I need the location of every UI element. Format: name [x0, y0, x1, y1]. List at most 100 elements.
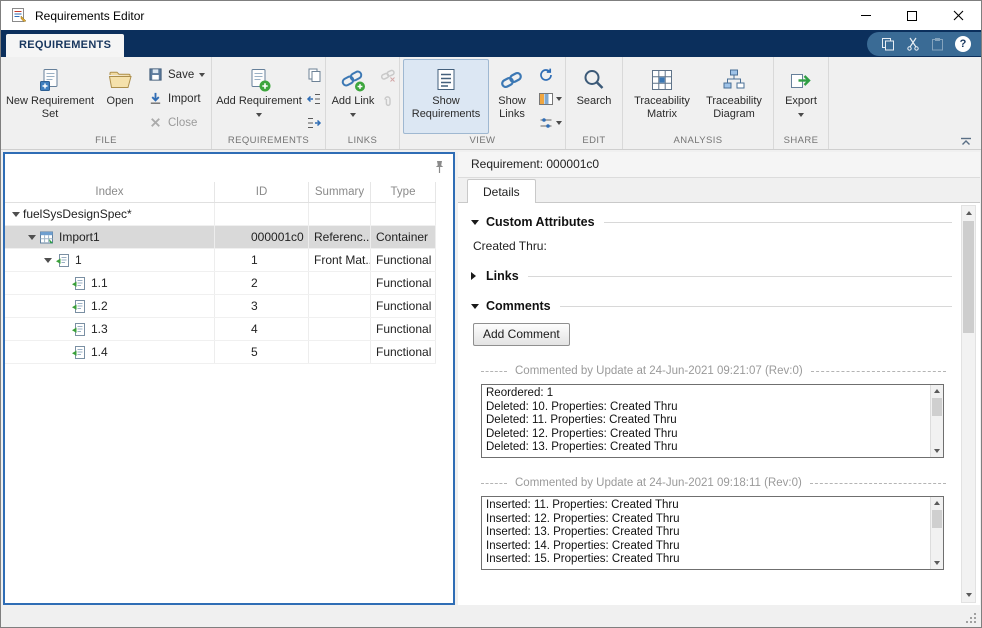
add-link-button[interactable]: Add Link [329, 59, 377, 134]
row-id-cell: 5 [215, 341, 309, 363]
column-selector-button[interactable] [538, 90, 562, 108]
requirements-table-header: Index ID Summary Type [5, 182, 436, 203]
table-row[interactable]: Import1 000001c0 Referenc... Container [5, 226, 436, 249]
requirement-icon [71, 345, 87, 360]
row-summary-cell: Front Mat... [309, 249, 371, 271]
traceability-diagram-icon [721, 65, 747, 95]
open-button[interactable]: Open [96, 59, 144, 134]
view-options-button[interactable] [538, 114, 562, 132]
pin-icon[interactable] [434, 160, 445, 174]
column-header-id[interactable]: ID [215, 182, 309, 202]
tree-expand-caret[interactable] [9, 212, 23, 217]
traceability-matrix-button[interactable]: Traceability Matrix [626, 59, 698, 134]
add-comment-button[interactable]: Add Comment [473, 323, 570, 346]
ribbon: New Requirement Set Open [1, 57, 981, 150]
duplicate-requirement-button[interactable] [306, 66, 322, 84]
column-selector-caret[interactable] [556, 97, 562, 101]
table-row[interactable]: 1.1 2 Functional [5, 272, 436, 295]
table-row[interactable]: 1.2 3 Functional [5, 295, 436, 318]
show-links-button[interactable]: Show Links [489, 59, 535, 134]
tab-details[interactable]: Details [467, 179, 536, 203]
table-row[interactable]: 1.3 4 Functional [5, 318, 436, 341]
links-section-header[interactable]: Links [471, 269, 952, 283]
requirements-editor-window: Requirements Editor REQUIREMENTS ? [0, 0, 982, 628]
save-button[interactable]: Save [144, 64, 208, 85]
scroll-down-arrow[interactable] [931, 557, 943, 569]
column-header-summary[interactable]: Summary [309, 182, 371, 202]
resize-grip[interactable] [965, 612, 977, 624]
app-icon [10, 7, 28, 24]
comment-scrollbar[interactable] [930, 497, 943, 569]
attachment-button[interactable] [380, 90, 396, 108]
promote-requirement-button[interactable] [306, 90, 322, 108]
maximize-button[interactable] [889, 1, 935, 30]
column-header-index[interactable]: Index [5, 182, 215, 202]
scroll-up-arrow[interactable] [931, 385, 943, 397]
collapse-ribbon-button[interactable] [960, 137, 972, 146]
group-label-requirements: REQUIREMENTS [215, 134, 322, 149]
add-link-dropdown-caret[interactable] [350, 113, 356, 117]
scrollbar-thumb[interactable] [963, 221, 974, 333]
columns-icon [538, 91, 554, 107]
comment-block: Commented by Update at 24-Jun-2021 09:21… [471, 365, 952, 458]
close-button[interactable]: Close [144, 112, 208, 133]
comment-text-box[interactable]: Reordered: 1Deleted: 10. Properties: Cre… [481, 384, 944, 458]
refresh-icon [538, 67, 554, 83]
scroll-up-arrow[interactable] [931, 497, 943, 509]
table-row[interactable]: 1 1 Front Mat... Functional [5, 249, 436, 272]
window-title: Requirements Editor [35, 9, 144, 23]
scrollbar-thumb[interactable] [932, 398, 942, 416]
tab-requirements[interactable]: REQUIREMENTS [6, 34, 124, 57]
comment-header: Commented by Update at 24-Jun-2021 09:21… [481, 365, 946, 377]
scroll-down-arrow[interactable] [962, 588, 975, 602]
promote-requirement-icon [306, 91, 322, 107]
ribbon-group-analysis: Traceability Matrix Traceability Diagram… [623, 57, 774, 149]
comment-line: Inserted: 14. Properties: Created Thru [486, 540, 927, 554]
scroll-down-arrow[interactable] [931, 445, 943, 457]
export-dropdown-caret[interactable] [798, 113, 804, 117]
comment-line: Inserted: 13. Properties: Created Thru [486, 526, 927, 540]
table-row[interactable]: 1.4 5 Functional [5, 341, 436, 364]
comment-line: Deleted: 13. Properties: Created Thru [486, 441, 927, 455]
add-requirement-button[interactable]: Add Requirement [215, 59, 303, 134]
minimize-button[interactable] [843, 1, 889, 30]
close-window-button[interactable] [935, 1, 981, 30]
details-panel: Requirement: 000001c0 Details Custom Att… [458, 152, 980, 605]
requirements-table: Index ID Summary Type fuelSysDesignSpec*… [5, 182, 436, 364]
comment-text-box[interactable]: Inserted: 11. Properties: Created ThruIn… [481, 496, 944, 570]
comment-scrollbar[interactable] [930, 385, 943, 457]
paste-icon[interactable] [931, 37, 944, 51]
show-requirements-button[interactable]: Show Requirements [403, 59, 489, 134]
new-requirement-set-button[interactable]: New Requirement Set [4, 59, 96, 134]
tree-expand-caret[interactable] [41, 258, 55, 263]
column-header-type[interactable]: Type [371, 182, 436, 202]
demote-requirement-button[interactable] [306, 114, 322, 132]
help-button[interactable]: ? [955, 36, 971, 52]
search-button[interactable]: Search [569, 59, 619, 134]
group-label-links: LINKS [329, 134, 396, 149]
scrollbar-thumb[interactable] [932, 510, 942, 528]
group-label-edit: EDIT [569, 134, 619, 149]
view-options-caret[interactable] [556, 121, 562, 125]
table-row[interactable]: fuelSysDesignSpec* [5, 203, 436, 226]
search-icon [581, 65, 607, 95]
delete-link-button[interactable] [380, 66, 396, 84]
import-button[interactable]: Import [144, 88, 208, 109]
export-button[interactable]: Export [777, 59, 825, 134]
copy-icon[interactable] [881, 37, 895, 51]
duplicate-requirement-icon [306, 67, 322, 83]
cut-icon[interactable] [906, 37, 920, 51]
add-requirement-dropdown-caret[interactable] [256, 113, 262, 117]
comment-header-text: Commented by Update at 24-Jun-2021 09:18… [515, 477, 802, 489]
save-dropdown-caret[interactable] [199, 73, 205, 77]
refresh-button[interactable] [538, 66, 562, 84]
custom-attributes-section-header[interactable]: Custom Attributes [471, 215, 952, 229]
show-links-icon [499, 65, 525, 95]
group-label-analysis: ANALYSIS [626, 134, 770, 149]
details-scrollbar[interactable] [961, 205, 976, 603]
comments-section-header[interactable]: Comments [471, 299, 952, 313]
scroll-up-arrow[interactable] [962, 206, 975, 220]
tree-expand-caret[interactable] [25, 235, 39, 240]
traceability-diagram-button[interactable]: Traceability Diagram [698, 59, 770, 134]
requirements-table-body: fuelSysDesignSpec* Import1 000001c0 Refe… [5, 203, 436, 364]
